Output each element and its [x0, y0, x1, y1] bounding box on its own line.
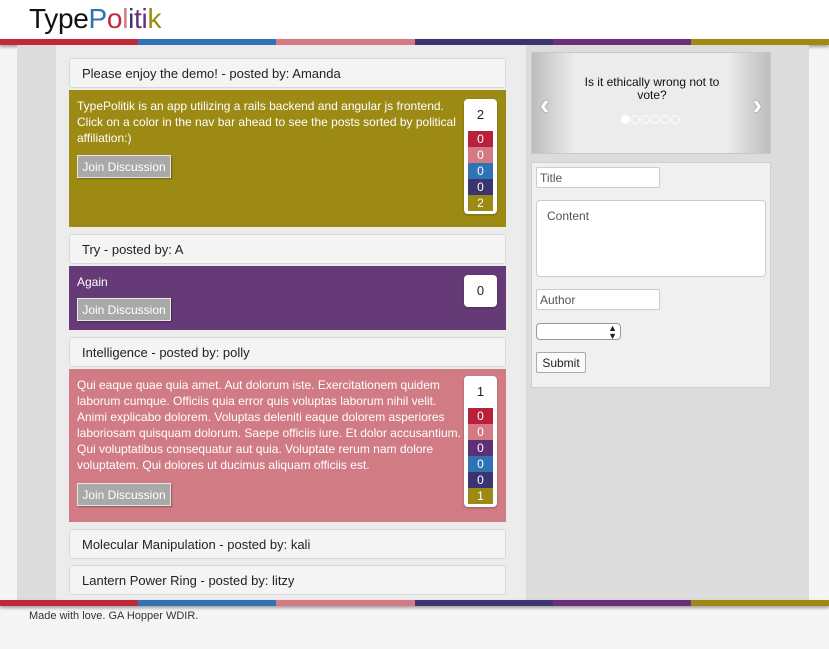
post-body: Again Join Discussion 0 — [69, 266, 506, 330]
vote-breakdown: 00002 — [464, 131, 497, 214]
select-arrows-icon: ▲ ▼ — [608, 323, 617, 341]
vote-count[interactable]: 0 — [468, 440, 493, 456]
carousel-dot[interactable] — [631, 115, 640, 124]
main-content: Please enjoy the demo! - posted by: Aman… — [17, 45, 809, 600]
vote-count[interactable]: 0 — [468, 147, 493, 163]
post-title: Molecular Manipulation - posted by: kali — [82, 536, 311, 552]
post-title: Please enjoy the demo! - posted by: Aman… — [82, 65, 341, 81]
carousel-dot[interactable] — [621, 115, 630, 124]
vote-tally: 1 000001 — [464, 376, 497, 507]
vote-count[interactable]: 1 — [468, 488, 493, 504]
party-color-link — [414, 600, 553, 606]
post-body: Qui eaque quae quia amet. Aut dolorum is… — [69, 369, 506, 522]
author-input[interactable] — [536, 289, 660, 310]
carousel-dot[interactable] — [641, 115, 650, 124]
vote-count[interactable]: 0 — [468, 456, 493, 472]
post-text: TypePolitik is an app utilizing a rails … — [77, 99, 456, 145]
footer-text: Made with love. GA Hopper WDIR. — [29, 610, 199, 622]
app-header: TypePolitik — [0, 0, 829, 40]
post-text: Qui eaque quae quia amet. Aut dolorum is… — [77, 378, 461, 472]
question-carousel: ‹ Is it ethically wrong not to vote? › — [531, 52, 771, 154]
party-color-link — [0, 600, 139, 606]
vote-tally: 0 — [464, 275, 497, 307]
logo-letters: P — [88, 3, 108, 34]
party-color-link — [552, 600, 691, 606]
post-title: Try - posted by: A — [82, 241, 184, 257]
chevron-left-icon[interactable]: ‹ — [540, 91, 549, 119]
vote-count[interactable]: 0 — [468, 472, 493, 488]
logo-letters: t — [134, 3, 142, 34]
title-input[interactable] — [536, 167, 660, 188]
new-post-form: ▲▼ Submit — [531, 162, 771, 388]
post-text: Again — [77, 275, 108, 289]
affiliation-select[interactable]: ▲ ▼ — [536, 323, 621, 341]
post-header[interactable]: Try - posted by: A — [69, 234, 506, 264]
post-header[interactable]: Molecular Manipulation - posted by: kali — [69, 529, 506, 559]
vote-count[interactable]: 0 — [468, 408, 493, 424]
post-title: Lantern Power Ring - posted by: litzy — [82, 572, 295, 588]
post-feed: Please enjoy the demo! - posted by: Aman… — [56, 45, 526, 600]
party-color-link — [690, 600, 829, 606]
carousel-dot[interactable] — [661, 115, 670, 124]
content-textarea[interactable] — [536, 200, 766, 277]
post-header[interactable]: Intelligence - posted by: polly — [69, 337, 506, 367]
post-header[interactable]: Lantern Power Ring - posted by: litzy — [69, 565, 506, 595]
vote-tally: 2 00002 — [464, 99, 497, 214]
logo-letters: Type — [29, 3, 89, 34]
footer-color-bar — [0, 600, 829, 606]
vote-count[interactable]: 0 — [468, 179, 493, 195]
party-color-link — [276, 600, 415, 606]
vote-breakdown: 000001 — [464, 408, 497, 507]
vote-count[interactable]: 2 — [468, 195, 493, 211]
vote-count[interactable]: 0 — [468, 163, 493, 179]
vote-total: 0 — [476, 283, 485, 298]
vote-total: 1 — [476, 384, 485, 399]
chevron-right-icon[interactable]: › — [753, 91, 762, 119]
vote-count[interactable]: 0 — [468, 131, 493, 147]
app-logo[interactable]: TypePolitik — [29, 3, 161, 35]
post-body: TypePolitik is an app utilizing a rails … — [69, 90, 506, 227]
logo-letters: k — [147, 3, 162, 34]
vote-total: 2 — [476, 107, 485, 122]
join-discussion-button[interactable]: Join Discussion — [77, 155, 171, 178]
carousel-question: Is it ethically wrong not to vote? — [584, 75, 720, 102]
party-color-link — [138, 600, 277, 606]
post-header[interactable]: Please enjoy the demo! - posted by: Aman… — [69, 58, 506, 88]
carousel-dot[interactable] — [671, 115, 680, 124]
carousel-indicators — [621, 115, 680, 124]
post-title: Intelligence - posted by: polly — [82, 344, 250, 360]
submit-button[interactable]: Submit — [536, 352, 586, 373]
join-discussion-button[interactable]: Join Discussion — [77, 483, 171, 506]
vote-count[interactable]: 0 — [468, 424, 493, 440]
logo-letters: o — [106, 3, 123, 34]
carousel-dot[interactable] — [651, 115, 660, 124]
join-discussion-button[interactable]: Join Discussion — [77, 298, 171, 321]
